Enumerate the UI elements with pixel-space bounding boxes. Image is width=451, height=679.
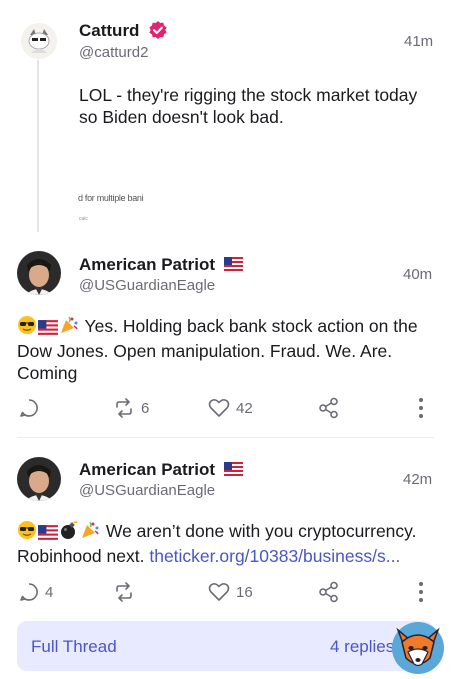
reply-count: 4 — [45, 583, 54, 601]
us-flag-icon — [223, 257, 243, 271]
party-popper-icon — [80, 520, 100, 545]
more-vertical-icon — [419, 582, 423, 602]
author-name-text: Catturd — [79, 21, 140, 40]
author-name[interactable]: American Patriot — [79, 460, 243, 480]
post-timestamp: 42m — [403, 471, 433, 488]
like-count: 42 — [236, 399, 253, 417]
post-link[interactable]: theticker.org/10383/business/s... — [149, 546, 400, 566]
bomb-icon — [59, 520, 79, 545]
post-text: We aren’t done with you cryptocurrency. … — [17, 520, 437, 567]
post-text: LOL - they're rigging the stock market t… — [79, 85, 418, 127]
us-flag-icon — [223, 462, 243, 476]
more-options-button[interactable] — [417, 397, 425, 419]
author-handle[interactable]: @USGuardianEagle — [79, 482, 215, 499]
embedded-image-subtext: cuic — [79, 216, 88, 222]
repost-button[interactable]: 6 — [113, 398, 149, 418]
post-timestamp: 40m — [403, 266, 433, 283]
share-icon — [319, 581, 338, 603]
reply-icon — [20, 583, 38, 601]
author-name[interactable]: Catturd — [79, 20, 168, 41]
avatar[interactable] — [17, 251, 61, 295]
party-popper-icon — [59, 315, 79, 340]
reply-button[interactable] — [19, 398, 39, 418]
post-text: Yes. Holding back bank stock action on t… — [17, 315, 437, 384]
full-thread-bar[interactable]: Full Thread 4 replies — [17, 621, 434, 671]
post-timestamp: 41m — [404, 33, 434, 50]
sunglasses-emoji-icon — [17, 520, 37, 545]
share-icon — [319, 397, 338, 419]
author-handle[interactable]: @catturd2 — [79, 44, 148, 61]
heart-icon — [208, 583, 230, 601]
author-name[interactable]: American Patriot — [79, 255, 243, 275]
us-flag-icon — [38, 318, 58, 340]
share-button[interactable] — [318, 397, 340, 419]
us-flag-icon — [38, 523, 58, 545]
sunglasses-emoji-icon — [17, 315, 37, 340]
like-count: 16 — [236, 583, 253, 601]
repost-icon — [116, 398, 132, 418]
author-name-text: American Patriot — [79, 255, 216, 274]
verified-badge-icon — [149, 21, 167, 39]
like-button[interactable]: 42 — [208, 398, 253, 418]
thread-connector-line — [37, 60, 39, 232]
full-thread-label: Full Thread — [31, 637, 117, 656]
embedded-image-text: d for multiple bani — [78, 193, 144, 203]
author-name-text: American Patriot — [79, 460, 216, 479]
more-vertical-icon — [419, 398, 423, 418]
avatar[interactable] — [21, 23, 57, 59]
heart-icon — [208, 399, 230, 417]
post-divider — [17, 437, 434, 438]
repost-icon — [116, 582, 132, 602]
reply-button[interactable]: 4 — [19, 582, 53, 602]
avatar[interactable] — [17, 457, 61, 501]
fox-logo-icon — [388, 616, 448, 676]
thread-replies-count: 4 replies — [330, 637, 395, 656]
more-options-button[interactable] — [417, 581, 425, 603]
reply-icon — [20, 399, 38, 417]
share-button[interactable] — [318, 581, 340, 603]
author-handle[interactable]: @USGuardianEagle — [79, 277, 215, 294]
repost-button[interactable] — [113, 582, 135, 602]
like-button[interactable]: 16 — [208, 582, 253, 602]
repost-count: 6 — [141, 399, 150, 417]
